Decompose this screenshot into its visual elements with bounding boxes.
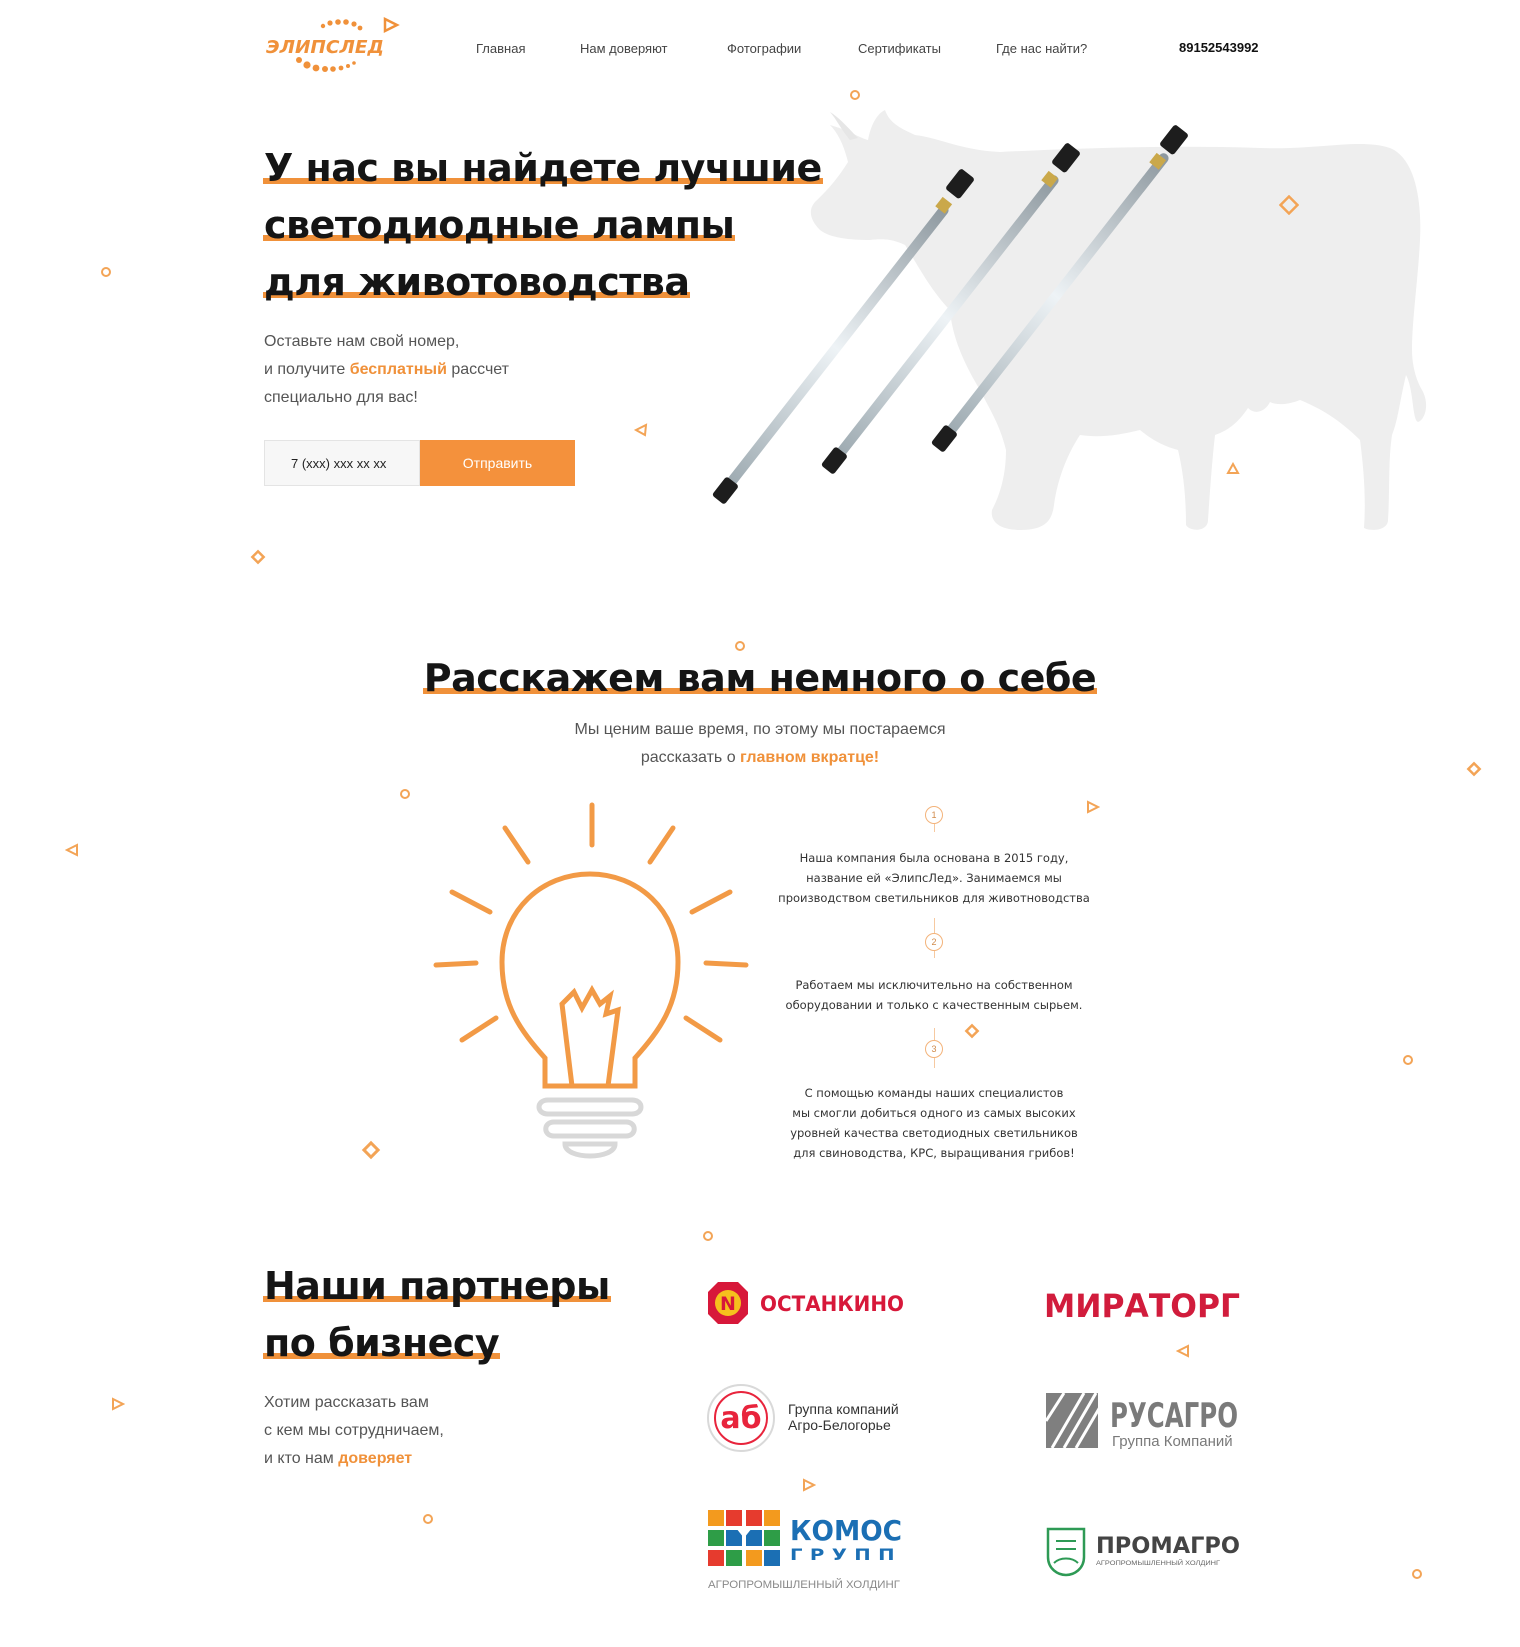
partners-title-line-1: Наши партнеры (263, 1264, 611, 1308)
submit-button[interactable]: Отправить (420, 440, 575, 486)
decor-diamond-icon (964, 1023, 980, 1039)
decor-circle-icon (400, 789, 410, 799)
hero-sub-accent: бесплатный (349, 361, 447, 378)
logo-text: ЭЛИПСЛЕД (266, 37, 384, 58)
step-1-line-3: производством светильников для животново… (778, 891, 1090, 905)
partners-title-line-2: по бизнесу (263, 1321, 501, 1365)
decor-circle-icon (1403, 1055, 1413, 1065)
about-subtitle: Мы ценим ваше время, по этому мы постара… (0, 716, 1520, 772)
cow-lamps-illustration (712, 110, 1427, 530)
decor-triangle-icon (65, 843, 78, 857)
svg-text:N: N (720, 1293, 736, 1315)
step-text-3: С помощью команды наших специалистов мы … (764, 1083, 1104, 1163)
step-text-2: Работаем мы исключительно на собственном… (764, 975, 1104, 1015)
elipsled-logo[interactable]: ЭЛИПСЛЕД (263, 16, 403, 78)
lightbulb-icon (433, 802, 749, 1159)
partners-sub-line-2: с кем мы сотрудничаем, (264, 1422, 444, 1439)
step-1-line-1: Наша компания была основана в 2015 году, (799, 851, 1069, 865)
svg-text:ОСТАНКИНО: ОСТАНКИНО (760, 1292, 904, 1316)
svg-text:АГРОПРОМЫШЛЕННЫЙ ХОЛДИНГ: АГРОПРОМЫШЛЕННЫЙ ХОЛДИНГ (1096, 1558, 1221, 1567)
partners-subtitle: Хотим рассказать вам с кем мы сотруднича… (264, 1389, 444, 1473)
nav-location[interactable]: Где нас найти? (996, 41, 1087, 56)
partner-logo-promagro: ПРОМАГРО АГРОПРОМЫШЛЕННЫЙ ХОЛДИНГ (1046, 1527, 1240, 1577)
decor-circle-icon (1412, 1569, 1422, 1579)
hero-sub-line-2: и получите (264, 361, 350, 378)
nav-trust[interactable]: Нам доверяют (580, 41, 668, 56)
svg-text:РУСАГРО: РУСАГРО (1110, 1396, 1238, 1436)
decor-circle-icon (101, 267, 111, 277)
partner-logo-rusagro: РУСАГРО Группа Компаний (1044, 1392, 1238, 1450)
step-3-line-4: для свиноводства, КРС, выращивания грибо… (793, 1146, 1075, 1160)
svg-text:АГРОПРОМЫШЛЕННЫЙ ХОЛДИНГ: АГРОПРОМЫШЛЕННЫЙ ХОЛДИНГ (708, 1578, 900, 1591)
decor-diamond-icon (1466, 761, 1482, 777)
svg-text:Группа компаний: Группа компаний (788, 1401, 899, 1417)
svg-text:Агро-Белогорье: Агро-Белогорье (788, 1417, 891, 1433)
step-number-2: 2 (925, 933, 943, 951)
decor-triangle-icon (1176, 1344, 1189, 1358)
step-2-line-2: оборудовании и только с качественным сыр… (785, 998, 1083, 1012)
step-number-1: 1 (925, 806, 943, 824)
step-1-line-2: название ей «ЭлипсЛед». Занимаемся мы (806, 871, 1062, 885)
partner-logo-ostankino: N ОСТАНКИНО (708, 1282, 904, 1324)
decor-circle-icon (703, 1231, 713, 1241)
hero-subtitle: Оставьте нам свой номер, и получите бесп… (264, 328, 509, 412)
phone-input[interactable] (264, 440, 420, 486)
decor-diamond-icon (361, 1140, 381, 1160)
step-3-line-2: мы смогли добиться одного из самых высок… (792, 1106, 1076, 1120)
svg-text:ГРУПП: ГРУПП (790, 1545, 902, 1564)
nav-certificates[interactable]: Сертификаты (858, 41, 941, 56)
step-2-line-1: Работаем мы исключительно на собственном (795, 978, 1073, 992)
step-3-line-1: С помощью команды наших специалистов (804, 1086, 1064, 1100)
hero-sub-line-3: специально для вас! (264, 389, 418, 406)
cow-silhouette (810, 110, 1427, 530)
partners-sub-accent: доверяет (338, 1450, 413, 1467)
nav-photos[interactable]: Фотографии (727, 41, 801, 56)
decor-circle-icon (735, 641, 745, 651)
step-3-line-3: уровней качества светодиодных светильник… (790, 1126, 1078, 1140)
svg-text:Группа Компаний: Группа Компаний (1112, 1433, 1233, 1450)
partners-sub-line-3: и кто нам (264, 1450, 339, 1467)
nav-home[interactable]: Главная (476, 41, 525, 56)
decor-triangle-icon (1087, 800, 1100, 814)
svg-text:ПРОМАГРО: ПРОМАГРО (1096, 1534, 1240, 1559)
header-phone[interactable]: 89152543992 (1179, 40, 1259, 55)
hero-sub-line-1: Оставьте нам свой номер, (264, 333, 460, 350)
decor-triangle-icon (112, 1397, 125, 1411)
partners-sub-line-1: Хотим рассказать вам (264, 1394, 429, 1411)
step-text-1: Наша компания была основана в 2015 году,… (764, 848, 1104, 908)
decor-diamond-icon (1279, 195, 1299, 215)
partner-logo-komos: КОМОС ГРУПП АГРОПРОМЫШЛЕННЫЙ ХОЛДИНГ (708, 1510, 902, 1591)
svg-text:МИРАТОРГ: МИРАТОРГ (1044, 1287, 1240, 1325)
step-number-3: 3 (925, 1040, 943, 1058)
decor-triangle-icon (803, 1478, 816, 1492)
partner-logo-miratorg: МИРАТОРГ (1044, 1287, 1240, 1325)
partner-logo-agro-belogorye: аб Группа компаний Агро-Белогорье (707, 1384, 899, 1452)
decor-triangle-icon (634, 423, 648, 437)
about-sub-line-1: Мы ценим ваше время, по этому мы постара… (574, 721, 946, 738)
decor-circle-icon (423, 1514, 433, 1524)
partners-title: Наши партнеры по бизнесу (263, 1258, 611, 1372)
about-title-text: Расскажем вам немного о себе (422, 656, 1098, 700)
decor-triangle-icon (1226, 462, 1240, 474)
decor-circle-icon (850, 90, 860, 100)
hero-title-line-3: для животоводства (263, 260, 691, 304)
hero-sub-line-2-end: рассчет (446, 361, 509, 378)
hero-title-line-2: светодиодные лампы (263, 203, 736, 247)
about-title: Расскажем вам немного о себе (0, 650, 1520, 706)
about-sub-line-2: рассказать о (640, 749, 741, 766)
decor-diamond-icon (250, 549, 266, 565)
svg-text:аб: аб (720, 1401, 761, 1436)
svg-text:КОМОС: КОМОС (790, 1514, 902, 1547)
about-sub-accent: главном вкратце! (740, 749, 880, 766)
